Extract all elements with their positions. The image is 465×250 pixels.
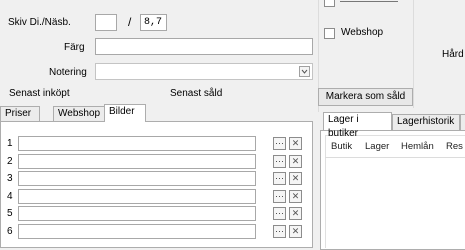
remove-image-button[interactable]: ✕ bbox=[289, 190, 302, 203]
image-path-input[interactable] bbox=[18, 224, 256, 239]
size-diameter-input[interactable] bbox=[95, 14, 117, 31]
cut-off-checkbox[interactable] bbox=[324, 0, 335, 7]
image-row-number: 3 bbox=[7, 173, 13, 184]
webshop-checkbox-label: Webshop bbox=[341, 27, 384, 38]
tab-cut-off[interactable] bbox=[460, 114, 465, 130]
product-form-window: { "top": { "size_label": "Skiv Di./Näsb.… bbox=[0, 0, 465, 250]
remove-image-button[interactable]: ✕ bbox=[289, 155, 302, 168]
image-path-input[interactable] bbox=[18, 136, 256, 151]
color-label: Färg bbox=[64, 42, 85, 53]
browse-button[interactable]: ··· bbox=[273, 225, 286, 238]
grid-header-border bbox=[325, 157, 465, 158]
last-bought-label: Senast inköpt bbox=[9, 88, 70, 99]
column-header-stock[interactable]: Lager bbox=[365, 141, 389, 152]
hard-label: Hård bbox=[442, 49, 464, 60]
tab-images[interactable]: Bilder bbox=[104, 104, 146, 122]
remove-image-button[interactable]: ✕ bbox=[289, 172, 302, 185]
tab-stock-history[interactable]: Lagerhistorik bbox=[392, 114, 460, 130]
note-label: Notering bbox=[49, 67, 87, 78]
browse-button[interactable]: ··· bbox=[273, 137, 286, 150]
column-header-loan[interactable]: Hemlån bbox=[401, 141, 434, 152]
last-sold-label: Senast såld bbox=[170, 88, 223, 99]
dropdown-button[interactable] bbox=[299, 66, 310, 77]
remove-image-button[interactable]: ✕ bbox=[289, 137, 302, 150]
browse-button[interactable]: ··· bbox=[273, 172, 286, 185]
column-header-reserved[interactable]: Res bbox=[446, 141, 463, 152]
column-header-store[interactable]: Butik bbox=[331, 141, 352, 152]
mark-sold-button[interactable]: Markera som såld bbox=[318, 88, 413, 106]
browse-button[interactable]: ··· bbox=[273, 190, 286, 203]
tab-prices[interactable]: Priser bbox=[0, 106, 40, 122]
size-separator: / bbox=[128, 15, 132, 29]
browse-button[interactable]: ··· bbox=[273, 155, 286, 168]
image-path-input[interactable] bbox=[18, 189, 256, 204]
divider bbox=[413, 0, 414, 108]
tab-webshop[interactable]: Webshop bbox=[53, 106, 105, 122]
image-path-input[interactable] bbox=[18, 171, 256, 186]
cut-off-label-fragment bbox=[340, 0, 400, 3]
browse-button[interactable]: ··· bbox=[273, 207, 286, 220]
color-input[interactable] bbox=[95, 38, 313, 55]
size-label: Skiv Di./Näsb. bbox=[8, 17, 71, 28]
webshop-checkbox[interactable] bbox=[324, 28, 335, 39]
chevron-down-icon bbox=[301, 69, 308, 74]
image-row-number: 5 bbox=[7, 208, 13, 219]
tab-store-stock[interactable]: Lager i butiker bbox=[323, 112, 392, 139]
image-row-number: 4 bbox=[7, 191, 13, 202]
image-row-number: 2 bbox=[7, 156, 13, 167]
image-path-input[interactable] bbox=[18, 206, 256, 221]
image-row-number: 6 bbox=[7, 226, 13, 237]
size-value-input[interactable]: 8,7 bbox=[140, 14, 167, 31]
remove-image-button[interactable]: ✕ bbox=[289, 207, 302, 220]
grid-line bbox=[325, 135, 326, 248]
remove-image-button[interactable]: ✕ bbox=[289, 225, 302, 238]
image-path-input[interactable] bbox=[18, 154, 256, 169]
note-select[interactable] bbox=[95, 63, 313, 80]
image-row-number: 1 bbox=[7, 138, 13, 149]
